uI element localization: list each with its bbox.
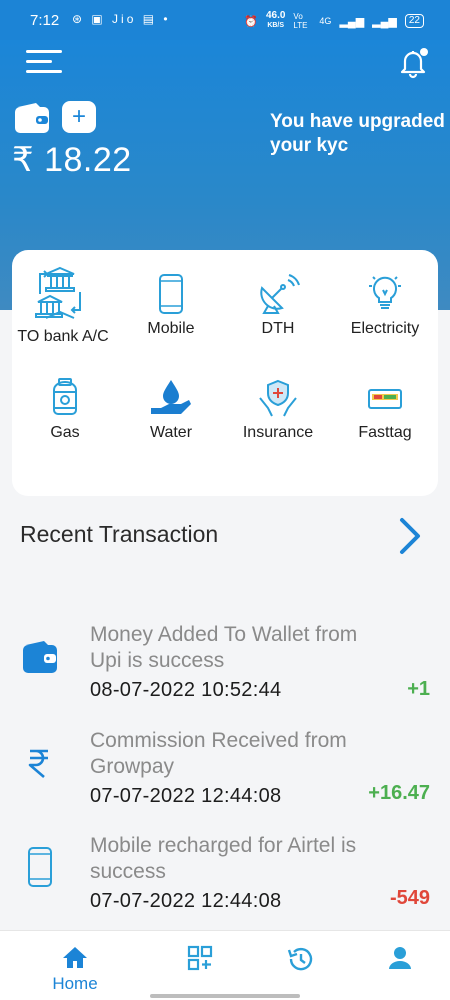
notification-bell-icon[interactable] — [395, 45, 431, 81]
signal-icon: ▂▄▆ — [339, 15, 365, 28]
mobile-phone-icon — [159, 274, 183, 314]
gas-cylinder-icon — [53, 378, 77, 415]
status-right-group: ⏰ 46.0 KB/S Vo LTE 4G ▂▄▆ ▂▄▆ 22 — [244, 11, 424, 31]
mobile-phone-icon — [28, 847, 52, 887]
profile-icon — [389, 947, 411, 969]
service-mobile[interactable]: Mobile — [118, 274, 224, 338]
service-insurance[interactable]: Insurance — [225, 378, 331, 442]
status-notification-icons: ⊛ ▣ Jio ▤ • — [72, 12, 171, 26]
service-label: TO bank A/C — [17, 328, 109, 345]
service-dth[interactable]: DTH — [225, 274, 331, 338]
home-icon — [63, 947, 87, 968]
gesture-home-indicator — [150, 994, 300, 998]
service-label: Electricity — [350, 320, 420, 337]
services-card: TO bank A/C Mobile DTH Electricity Gas W… — [12, 250, 438, 496]
service-electricity[interactable]: Electricity — [332, 274, 438, 338]
service-label: DTH — [261, 320, 295, 337]
nav-scan[interactable] — [155, 931, 245, 995]
transaction-row[interactable]: Commission Received from Growpay 07-07-2… — [0, 728, 450, 824]
bottom-navigation: Home — [0, 930, 450, 1000]
service-gas[interactable]: Gas — [12, 378, 118, 442]
lightbulb-icon — [369, 276, 401, 309]
insurance-shield-hands-icon — [259, 379, 297, 417]
transaction-row[interactable]: Mobile recharged for Airtel is success 0… — [0, 833, 450, 929]
alarm-icon: ⏰ — [244, 15, 258, 28]
transaction-amount: +1 — [407, 678, 430, 700]
nav-profile[interactable] — [355, 931, 445, 995]
service-label: Gas — [50, 424, 80, 441]
transaction-amount: -549 — [389, 887, 430, 909]
service-fasttag[interactable]: Fasttag — [332, 378, 438, 442]
nav-history[interactable] — [255, 931, 345, 995]
network-speed: 46.0 KB/S — [266, 11, 285, 31]
nav-home[interactable]: Home — [30, 931, 120, 995]
service-to-bank[interactable]: TO bank A/C — [10, 264, 116, 346]
service-label: Fasttag — [358, 424, 412, 441]
transaction-datetime: 07-07-2022 12:44:08 — [90, 890, 282, 912]
status-time: 7:12 — [30, 12, 60, 29]
bank-transfer-icon — [35, 266, 81, 319]
transaction-amount: +16.47 — [368, 782, 430, 804]
qr-scan-icon — [187, 945, 213, 971]
view-all-transactions-chevron-icon[interactable] — [396, 516, 426, 556]
signal-icon-2: ▂▄▆ — [372, 15, 397, 28]
service-water[interactable]: Water — [118, 378, 224, 442]
recent-transaction-title: Recent Transaction — [20, 521, 219, 547]
fastag-card-icon — [368, 389, 402, 409]
kyc-status-message: You have upgraded your kyc — [270, 111, 445, 156]
wallet-balance: ₹ 18.22 — [12, 141, 132, 179]
network-speed-value: 46.0 — [265, 10, 286, 21]
wallet-icon — [15, 103, 49, 133]
volte-label: Vo LTE — [293, 12, 308, 30]
transaction-description: Mobile recharged for Airtel is success — [90, 834, 357, 883]
status-bar: 7:12 ⊛ ▣ Jio ▤ • ⏰ 46.0 KB/S Vo LTE 4G ▂… — [0, 0, 450, 40]
nav-home-label: Home — [52, 974, 98, 993]
rupee-icon — [28, 749, 48, 778]
wallet-icon — [23, 641, 57, 673]
transaction-row[interactable]: Money Added To Wallet from Upi is succes… — [0, 622, 450, 718]
transaction-description: Commission Received from Growpay — [90, 729, 347, 778]
network-type: 4G — [319, 16, 332, 26]
service-label: Mobile — [147, 320, 195, 337]
service-label: Insurance — [242, 424, 314, 441]
network-speed-unit: KB/S — [267, 22, 285, 29]
battery-icon: 22 — [404, 14, 424, 28]
history-icon — [287, 947, 313, 971]
satellite-dish-icon — [260, 274, 300, 314]
transaction-description: Money Added To Wallet from Upi is succes… — [90, 623, 358, 672]
water-drop-hand-icon — [151, 380, 191, 414]
menu-icon[interactable] — [26, 50, 62, 76]
service-label: Water — [149, 424, 193, 441]
transaction-datetime: 08-07-2022 10:52:44 — [90, 679, 282, 701]
transaction-datetime: 07-07-2022 12:44:08 — [90, 785, 282, 807]
add-money-button[interactable]: + — [62, 101, 96, 133]
